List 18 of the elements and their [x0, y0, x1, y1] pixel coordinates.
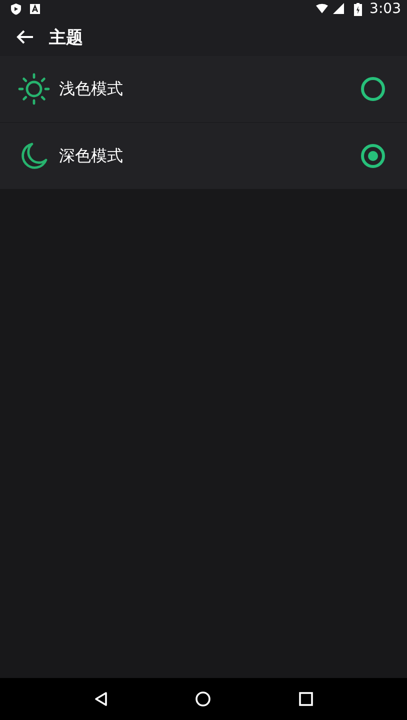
page-title: 主题: [49, 26, 83, 48]
theme-option[interactable]: 浅色模式: [0, 56, 407, 123]
sun-icon: [18, 73, 50, 105]
battery-icon: [354, 2, 362, 16]
option-label: 浅色模式: [59, 78, 124, 100]
home-circle-icon[interactable]: [195, 691, 212, 707]
radio-button[interactable]: [361, 77, 385, 101]
signal-icon: [332, 3, 345, 15]
recents-square-icon[interactable]: [298, 691, 314, 707]
shield-icon: [10, 3, 22, 15]
status-time: 3:03: [370, 1, 401, 17]
radio-button[interactable]: [361, 144, 385, 168]
theme-option[interactable]: 深色模式: [0, 123, 407, 189]
option-label: 深色模式: [59, 146, 124, 166]
notification-icon: [29, 3, 41, 15]
back-arrow-icon[interactable]: [16, 30, 34, 44]
wifi-icon: [316, 3, 328, 15]
back-triangle-icon[interactable]: [93, 691, 110, 707]
